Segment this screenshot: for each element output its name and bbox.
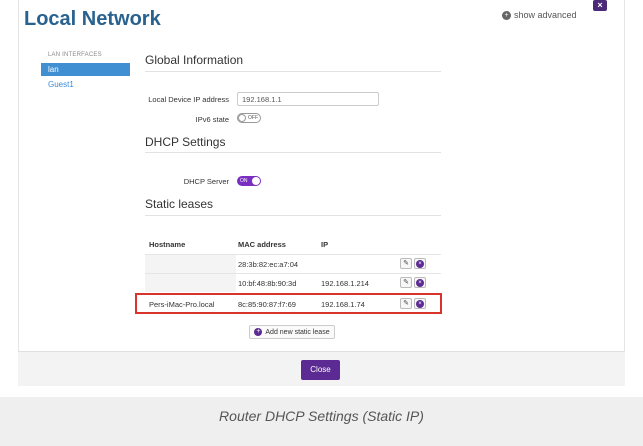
figure-caption: Router DHCP Settings (Static IP) xyxy=(219,408,424,424)
highlight-box xyxy=(135,293,442,314)
divider xyxy=(145,215,441,216)
ip-label: Local Device IP address xyxy=(148,95,229,104)
edit-icon[interactable]: ✎ xyxy=(400,258,412,269)
plus-circle-icon: + xyxy=(502,10,511,20)
mac-cell: 28:3b:82:ec:a7:04 xyxy=(238,260,299,269)
row-actions: ✎ × xyxy=(400,258,426,269)
add-static-lease-button[interactable]: + Add new static lease xyxy=(249,325,335,339)
ip-cell: 192.168.1.214 xyxy=(321,279,369,288)
dhcp-toggle-text: ON xyxy=(240,178,248,184)
sidebar-item-guest1[interactable]: Guest1 xyxy=(41,78,130,91)
delete-icon[interactable]: × xyxy=(414,258,426,269)
row-actions: ✎ × xyxy=(400,277,426,288)
section-title-static-leases: Static leases xyxy=(145,197,214,211)
close-button[interactable]: Close xyxy=(301,360,340,380)
add-static-lease-label: Add new static lease xyxy=(265,328,330,336)
section-title-global: Global Information xyxy=(145,53,244,67)
mac-cell: 10:bf:48:8b:90:3d xyxy=(238,279,297,288)
sidebar-heading: LAN INTERFACES xyxy=(48,52,102,58)
ipv6-toggle[interactable]: OFF xyxy=(237,113,261,123)
column-header-ip: IP xyxy=(321,240,329,249)
toggle-knob xyxy=(238,114,246,122)
ip-address-input[interactable] xyxy=(237,92,379,106)
ipv6-toggle-text: OFF xyxy=(248,115,258,121)
toggle-knob xyxy=(252,177,260,185)
divider xyxy=(145,152,441,153)
dialog-title: Local Network xyxy=(24,8,161,30)
table-row: 10:bf:48:8b:90:3d 192.168.1.214 ✎ × xyxy=(145,273,441,292)
plus-circle-icon: + xyxy=(254,328,263,336)
section-title-dhcp: DHCP Settings xyxy=(145,135,226,149)
close-icon[interactable]: × xyxy=(593,0,607,11)
empty-cell xyxy=(145,255,236,273)
dhcp-server-label: DHCP Server xyxy=(183,177,229,186)
edit-icon[interactable]: ✎ xyxy=(400,277,412,288)
table-row: 28:3b:82:ec:a7:04 ✎ × xyxy=(145,254,441,273)
divider xyxy=(145,71,441,72)
sidebar-item-lan[interactable]: lan xyxy=(41,63,130,76)
delete-icon[interactable]: × xyxy=(414,277,426,288)
empty-cell xyxy=(145,274,236,292)
show-advanced-link[interactable]: + show advanced xyxy=(502,10,577,20)
dhcp-server-toggle[interactable]: ON xyxy=(237,176,261,186)
column-header-mac: MAC address xyxy=(238,240,286,249)
column-header-hostname: Hostname xyxy=(149,240,186,249)
ipv6-label: IPv6 state xyxy=(195,115,229,124)
show-advanced-label: show advanced xyxy=(514,10,577,20)
